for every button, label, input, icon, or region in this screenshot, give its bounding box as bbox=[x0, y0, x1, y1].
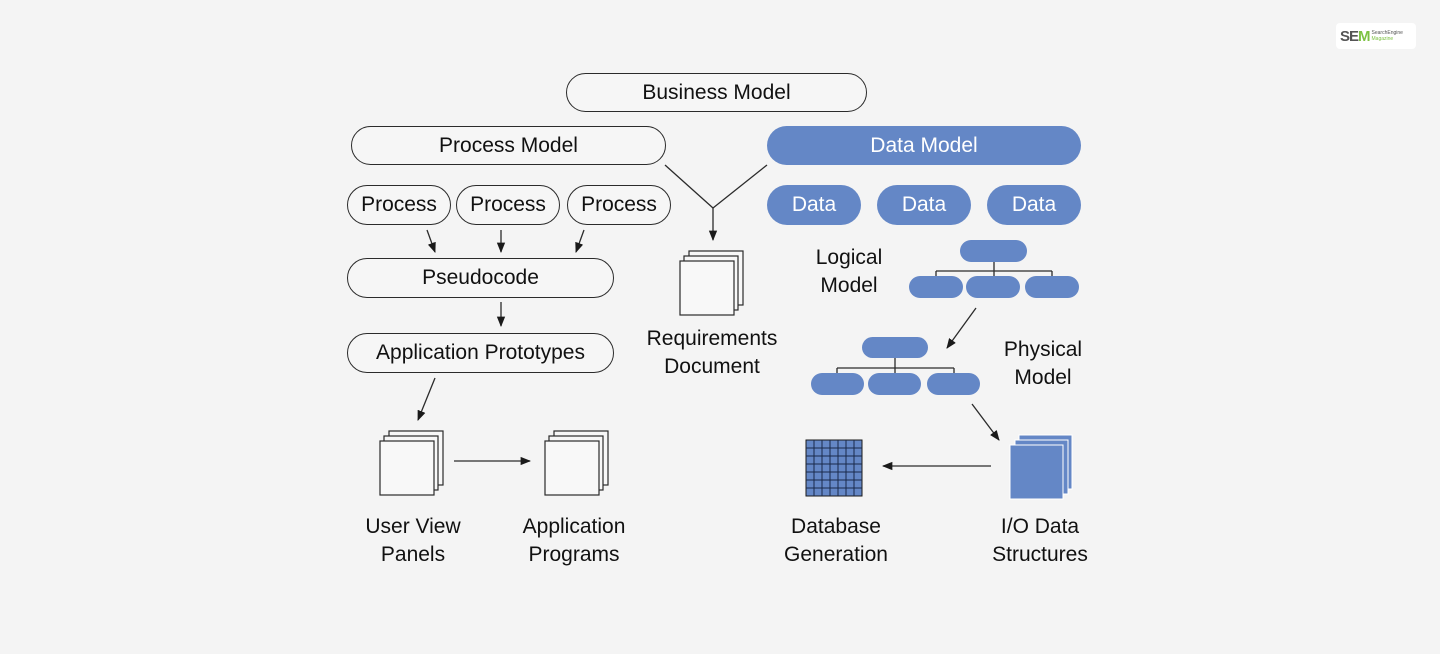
arrow-prototypes-panels bbox=[417, 377, 436, 421]
data-node-2: Data bbox=[877, 185, 971, 225]
data-node-3: Data bbox=[987, 185, 1081, 225]
user-view-panels-label: User View Panels bbox=[365, 515, 461, 566]
business-model-node: Business Model bbox=[566, 73, 867, 112]
data-node-1: Data bbox=[767, 185, 861, 225]
requirements-document-label: Requirements Document bbox=[646, 327, 778, 378]
process-node-3: Process bbox=[567, 185, 671, 225]
arrow-physical-io bbox=[971, 403, 1000, 441]
arrow-process1-pseudocode bbox=[426, 229, 436, 253]
application-programs-label: Application Programs bbox=[522, 515, 626, 566]
io-data-structures-icon bbox=[1009, 434, 1073, 500]
arrow-logical-physical bbox=[946, 307, 977, 349]
arrow-process3-pseudocode bbox=[575, 229, 585, 253]
connector-data-to-merge bbox=[712, 164, 768, 209]
user-view-panels-icon bbox=[379, 430, 444, 496]
process-model-node: Process Model bbox=[351, 126, 666, 165]
pseudocode-node: Pseudocode bbox=[347, 258, 614, 298]
requirements-document-icon bbox=[679, 250, 744, 316]
physical-model-label: Physical Model bbox=[1003, 338, 1083, 389]
database-generation-label: Database Generation bbox=[784, 515, 888, 566]
data-model-node: Data Model bbox=[767, 126, 1081, 165]
connector-process-to-merge bbox=[664, 164, 714, 209]
application-programs-icon bbox=[544, 430, 609, 496]
application-prototypes-node: Application Prototypes bbox=[347, 333, 614, 373]
database-grid-icon bbox=[805, 439, 863, 497]
io-data-structures-label: I/O Data Structures bbox=[992, 515, 1088, 566]
process-node-2: Process bbox=[456, 185, 560, 225]
process-node-1: Process bbox=[347, 185, 451, 225]
logical-model-label: Logical Model bbox=[815, 246, 883, 297]
